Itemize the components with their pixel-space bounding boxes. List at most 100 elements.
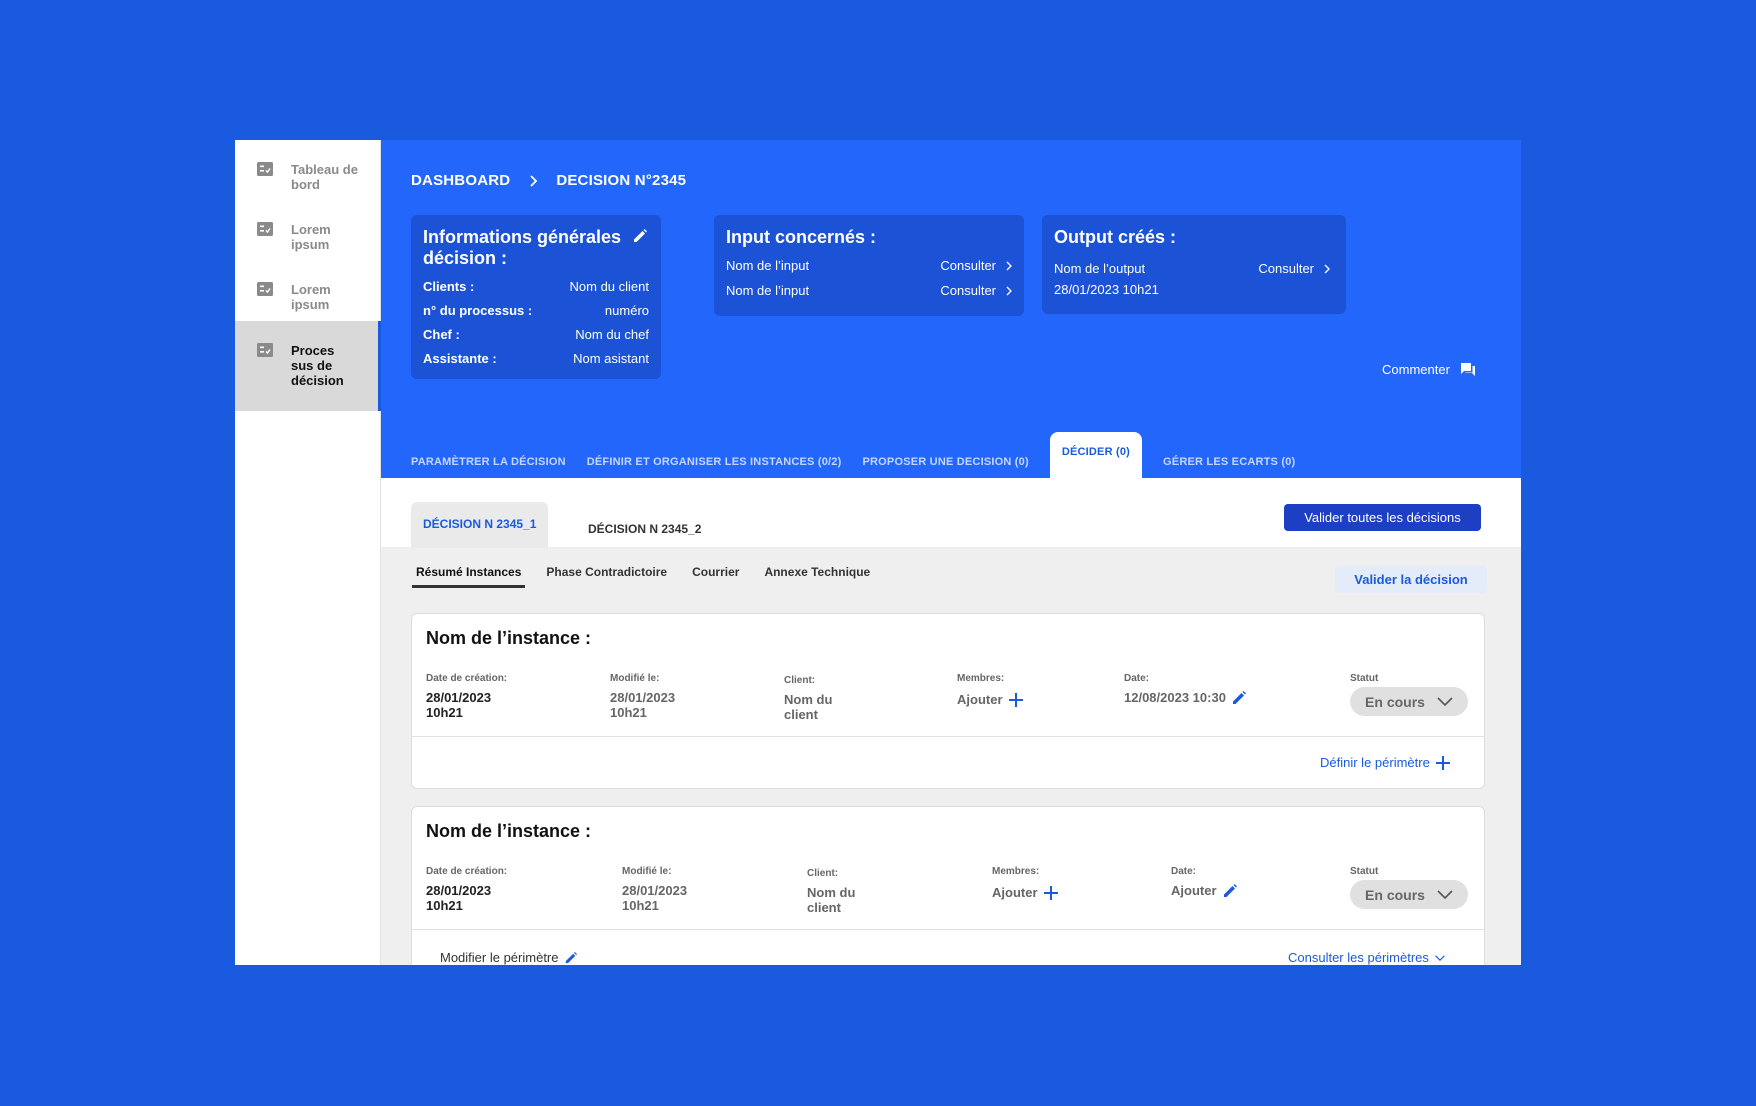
edit-icon [1223, 883, 1237, 897]
input-name: Nom de l’input [726, 258, 810, 273]
link-label: Modifier le périmètre [440, 950, 559, 965]
chevron-right-icon [1324, 264, 1330, 273]
page-header: DASHBOARD DECISION N°2345 Informations g… [381, 140, 1521, 478]
members-field: Membres: Ajouter [957, 673, 1023, 707]
client-field: Client: Nom du client [784, 675, 844, 722]
info-row-chef: Chef : Nom du chef [423, 327, 649, 342]
comment-button[interactable]: Commenter [1382, 362, 1476, 377]
field-value: 28/01/2023 10h21 [622, 883, 688, 913]
sidebar-item-processus-de-decision[interactable]: Proces sus de décision [235, 321, 381, 411]
info-card-title: Informations générales décision : [423, 227, 622, 268]
date-field: Date: Ajouter [1171, 866, 1237, 898]
info-value: Nom du chef [575, 327, 649, 342]
tab-gerer-ecarts[interactable]: GÉRER LES ECARTS (0) [1163, 456, 1295, 478]
date-value: 12/08/2023 10:30 [1124, 690, 1246, 705]
tab-parametrer[interactable]: PARAMÈTRER LA DÉCISION [411, 456, 566, 478]
field-label: Date: [1124, 673, 1150, 684]
output-date-row: 28/01/2023 10h21 [1054, 282, 1334, 297]
chevron-right-icon [1006, 261, 1012, 270]
validate-decision-button[interactable]: Valider la décision [1335, 566, 1487, 593]
chevron-down-icon [1435, 954, 1445, 961]
instance-card: Nom de l’instance : Date de création: 28… [411, 806, 1485, 965]
creation-date-field: Date de création: 28/01/2023 10h21 [426, 673, 507, 720]
edit-icon[interactable] [633, 229, 647, 243]
consult-label: Consulter [940, 283, 996, 298]
output-name: Nom de l’output [1054, 261, 1146, 276]
field-label: Statut [1350, 866, 1379, 877]
date-text: Ajouter [1171, 883, 1217, 898]
tab-definir-instances[interactable]: DÉFINIR ET ORGANISER LES INSTANCES (0/2) [587, 456, 842, 478]
sidebar-item-lorem-ipsum-2[interactable]: Lorem ipsum [235, 260, 378, 320]
view-perimeters-link[interactable]: Consulter les périmètres [1288, 950, 1445, 965]
modified-date-field: Modifié le: 28/01/2023 10h21 [622, 866, 702, 913]
members-field: Membres: Ajouter [992, 866, 1058, 900]
checklist-icon [257, 222, 273, 236]
tab-decider[interactable]: DÉCIDER (0) [1049, 432, 1143, 478]
add-date-button[interactable]: Ajouter [1171, 883, 1237, 898]
define-perimeter-link[interactable]: Définir le périmètre [1320, 755, 1450, 770]
info-value: Nom du client [569, 279, 649, 294]
sidebar-item-tableau-de-bord[interactable]: Tableau de bord [235, 140, 378, 200]
consult-input-link[interactable]: Consulter [940, 283, 1012, 298]
checklist-icon [257, 282, 273, 296]
divider [412, 736, 1484, 737]
decision-tab-1[interactable]: DÉCISION N 2345_1 [411, 502, 549, 548]
date-text: 12/08/2023 10:30 [1124, 690, 1226, 705]
breadcrumb-dashboard[interactable]: DASHBOARD [411, 172, 510, 189]
info-row-clients: Clients : Nom du client [423, 279, 649, 294]
decision-tabs-bar: DÉCISION N 2345_1 DÉCISION N 2345_2 Vali… [381, 478, 1521, 548]
subtab-resume-instances[interactable]: Résumé Instances [412, 565, 526, 588]
link-label: Définir le périmètre [1320, 755, 1430, 770]
client-field: Client: Nom du client [807, 868, 867, 915]
field-label: Client: [807, 868, 839, 879]
checklist-icon [257, 162, 273, 176]
edit-icon[interactable] [1232, 690, 1246, 705]
chevron-down-icon [1437, 697, 1453, 706]
input-card-title: Input concernés : [726, 227, 877, 247]
main-tabs: PARAMÈTRER LA DÉCISION DÉFINIR ET ORGANI… [411, 432, 1316, 478]
output-card-title: Output créés : [1054, 227, 1177, 247]
subtab-courrier[interactable]: Courrier [688, 565, 743, 588]
decision-tab-2[interactable]: DÉCISION N 2345_2 [588, 522, 701, 536]
subtab-annexe-technique[interactable]: Annexe Technique [760, 565, 874, 588]
consult-label: Consulter [940, 258, 996, 273]
sidebar-item-label: Tableau de bord [291, 162, 358, 192]
link-label: Consulter les périmètres [1288, 950, 1429, 965]
comment-icon [1460, 363, 1475, 376]
field-value: 28/01/2023 10h21 [610, 690, 676, 720]
subtab-phase-contradictoire[interactable]: Phase Contradictoire [542, 565, 671, 588]
consult-output-link[interactable]: Consulter [1258, 261, 1330, 276]
sidebar: Tableau de bord Lorem ipsum Lorem ipsum … [235, 140, 381, 965]
instance-card: Nom de l’instance : Date de création: 28… [411, 613, 1485, 789]
info-card: Informations générales décision : Client… [411, 215, 661, 379]
status-dropdown[interactable]: En cours [1350, 880, 1468, 909]
plus-icon [1008, 692, 1023, 707]
status-field: Statut [1350, 673, 1378, 684]
field-label: Modifié le: [622, 866, 672, 877]
plus-icon [1043, 885, 1058, 900]
add-member-button[interactable]: Ajouter [992, 885, 1058, 900]
info-key: Assistante : [423, 351, 497, 366]
field-value: Nom du client [807, 885, 856, 915]
field-label: Date: [1171, 866, 1197, 877]
input-row: Nom de l’input Consulter [726, 258, 1012, 273]
sidebar-item-label: Proces sus de décision [291, 343, 344, 388]
output-date: 28/01/2023 10h21 [1054, 282, 1159, 297]
checklist-icon [257, 343, 273, 357]
consult-label: Consulter [1258, 261, 1314, 276]
add-member-button[interactable]: Ajouter [957, 692, 1023, 707]
info-key: n° du processus : [423, 303, 533, 318]
status-dropdown[interactable]: En cours [1350, 687, 1468, 716]
sidebar-item-lorem-ipsum[interactable]: Lorem ipsum [235, 200, 378, 260]
consult-input-link[interactable]: Consulter [940, 258, 1012, 273]
tab-proposer-decision[interactable]: PROPOSER UNE DECISION (0) [862, 456, 1028, 478]
validate-all-button[interactable]: Valider toutes les décisions [1284, 504, 1481, 531]
status-field: Statut [1350, 866, 1378, 877]
field-label: Date de création: [426, 673, 508, 684]
field-label: Membres: [992, 866, 1040, 877]
status-value: En cours [1365, 886, 1425, 903]
instance-title: Nom de l’instance : [426, 821, 592, 841]
modify-perimeter-link[interactable]: Modifier le périmètre [440, 950, 577, 965]
field-label: Statut [1350, 673, 1379, 684]
breadcrumb: DASHBOARD DECISION N°2345 [411, 172, 686, 189]
